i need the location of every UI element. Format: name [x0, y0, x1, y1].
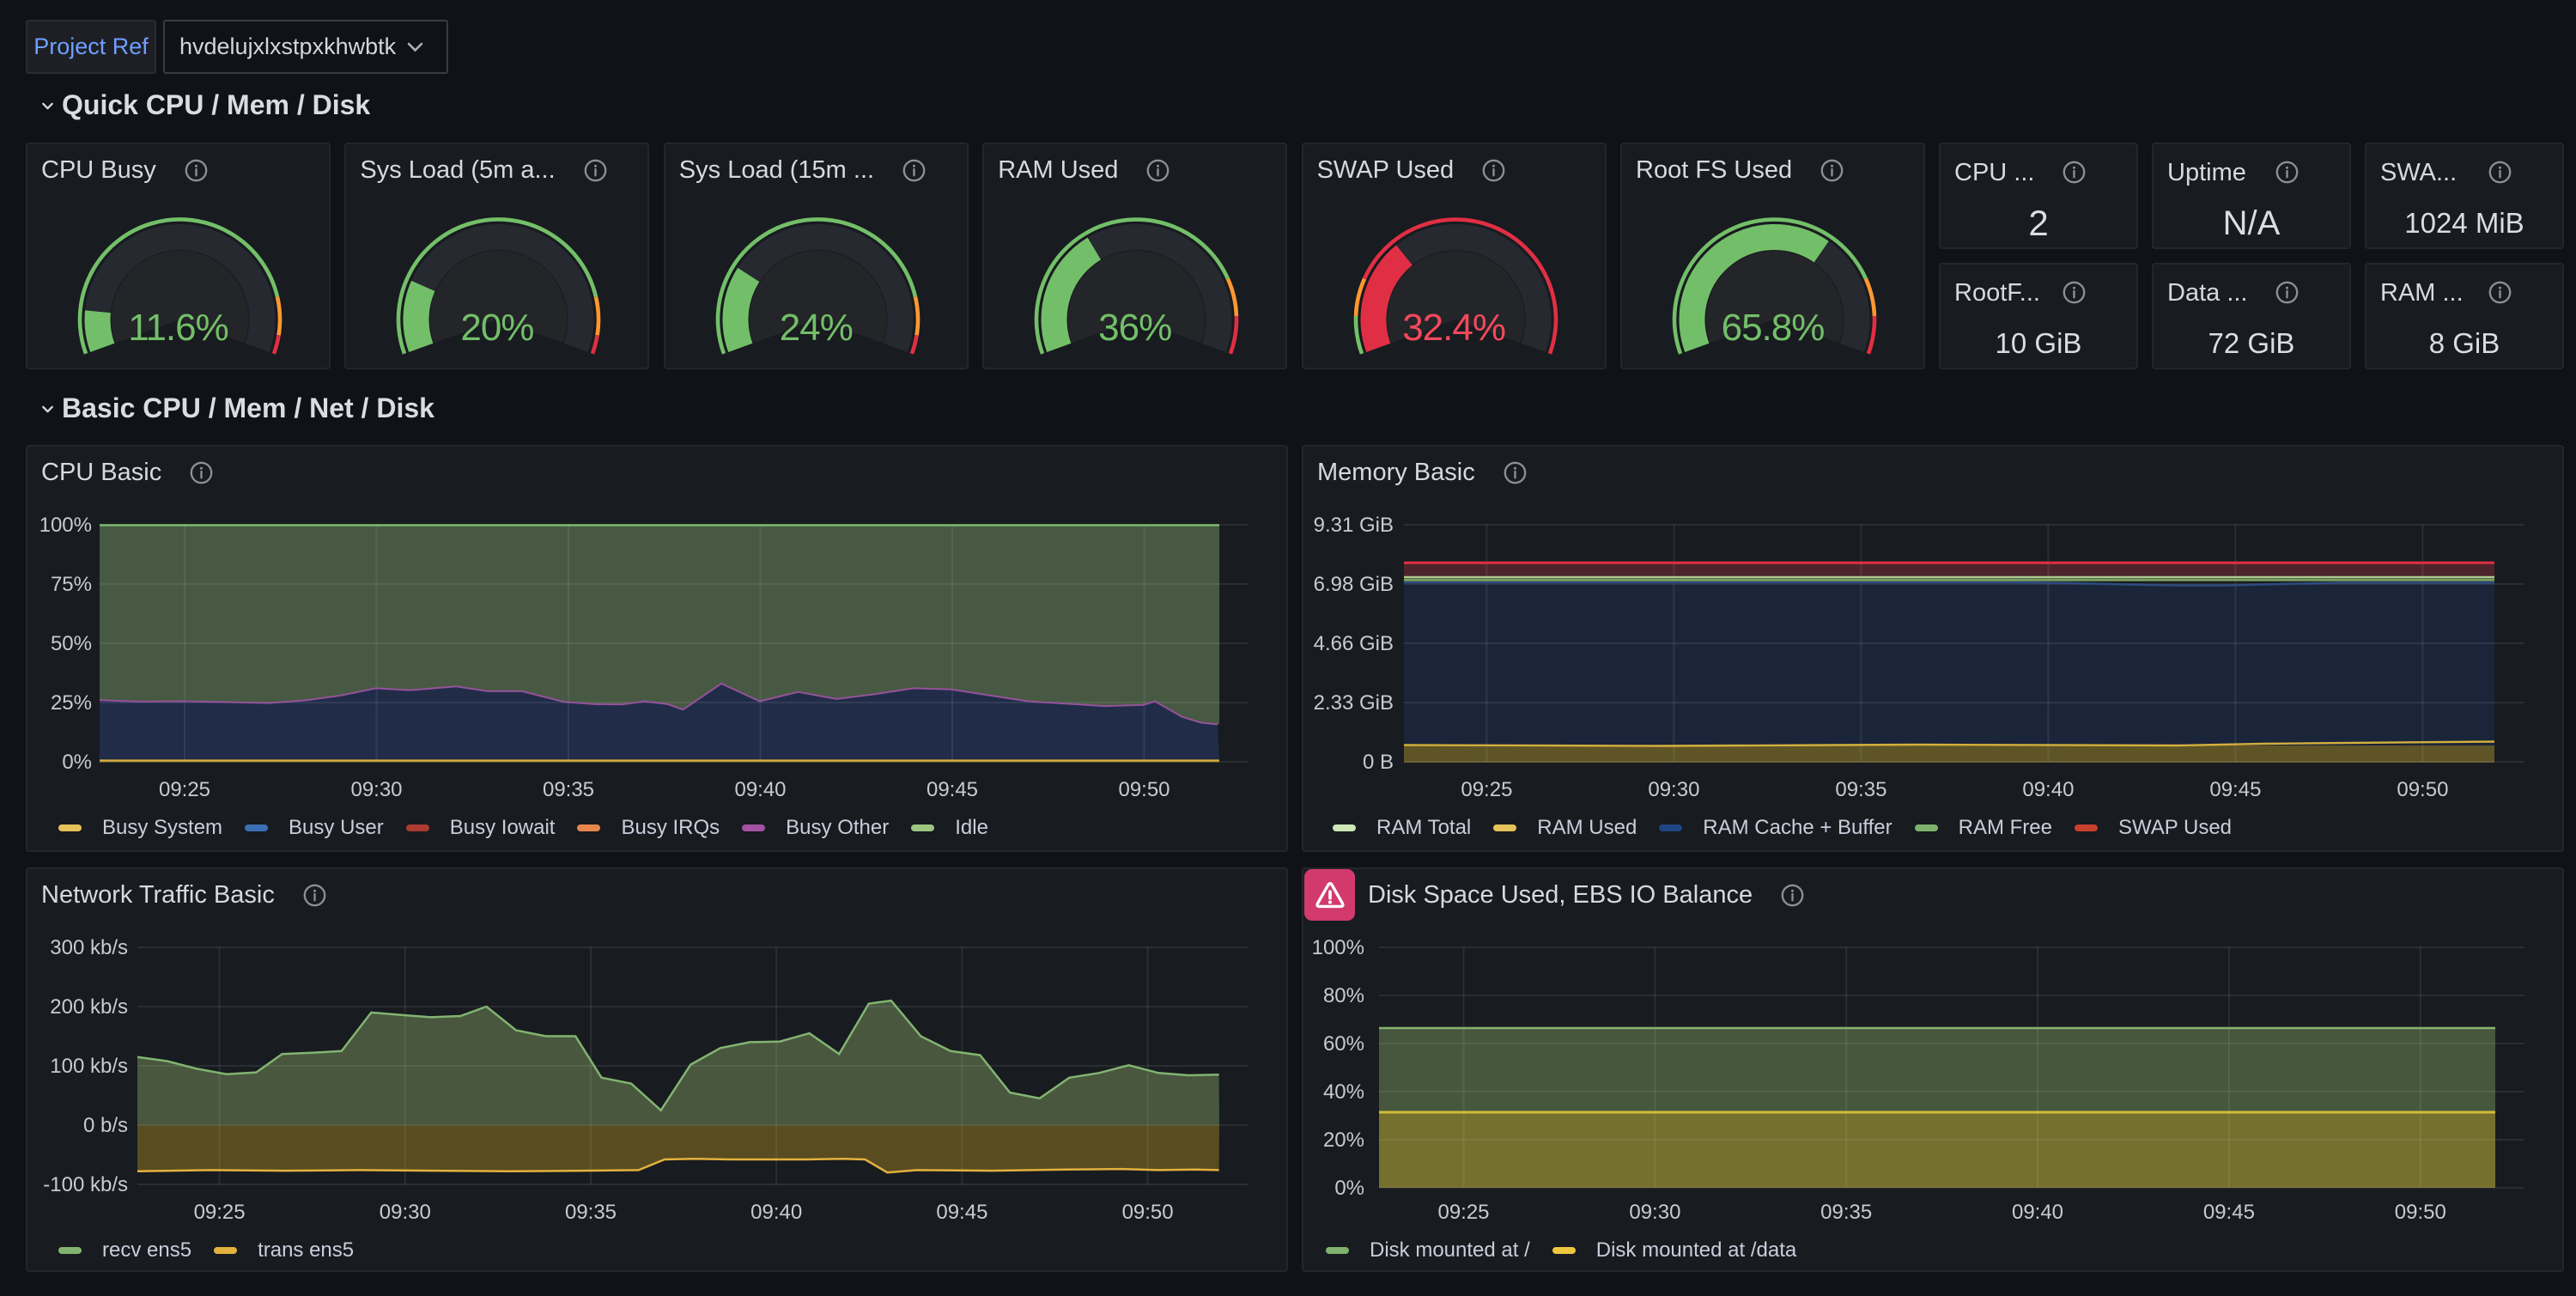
svg-text:0 b/s: 0 b/s [83, 1114, 128, 1137]
svg-text:09:35: 09:35 [543, 778, 594, 801]
svg-text:09:25: 09:25 [1437, 1201, 1489, 1224]
svg-text:09:45: 09:45 [2203, 1201, 2255, 1224]
svg-text:09:45: 09:45 [2209, 778, 2261, 801]
svg-text:09:25: 09:25 [194, 1201, 246, 1224]
svg-text:09:35: 09:35 [1835, 778, 1886, 801]
svg-text:100%: 100% [39, 514, 92, 537]
svg-text:09:30: 09:30 [1629, 1201, 1680, 1224]
svg-text:09:35: 09:35 [565, 1201, 617, 1224]
svg-text:25%: 25% [51, 691, 92, 715]
svg-text:09:25: 09:25 [1461, 778, 1512, 801]
svg-text:2.33 GiB: 2.33 GiB [1314, 691, 1394, 715]
svg-text:75%: 75% [51, 573, 92, 596]
svg-text:0%: 0% [62, 751, 92, 774]
svg-text:09:50: 09:50 [2397, 778, 2448, 801]
svg-text:9.31 GiB: 9.31 GiB [1314, 514, 1394, 537]
svg-text:09:45: 09:45 [936, 1201, 987, 1224]
svg-text:6.98 GiB: 6.98 GiB [1314, 573, 1394, 596]
svg-text:09:25: 09:25 [159, 778, 210, 801]
svg-text:09:50: 09:50 [2395, 1201, 2446, 1224]
svg-text:09:35: 09:35 [1820, 1201, 1872, 1224]
svg-text:300 kb/s: 300 kb/s [50, 936, 128, 959]
svg-text:-100 kb/s: -100 kb/s [43, 1173, 128, 1196]
svg-text:09:40: 09:40 [750, 1201, 802, 1224]
svg-text:20%: 20% [1323, 1129, 1364, 1152]
svg-text:09:40: 09:40 [734, 778, 786, 801]
svg-text:40%: 40% [1323, 1080, 1364, 1104]
svg-text:09:30: 09:30 [380, 1201, 431, 1224]
svg-text:09:40: 09:40 [2012, 1201, 2063, 1224]
svg-text:200 kb/s: 200 kb/s [50, 995, 128, 1019]
svg-text:09:30: 09:30 [350, 778, 402, 801]
svg-text:0 B: 0 B [1363, 751, 1394, 774]
svg-text:09:45: 09:45 [927, 778, 978, 801]
svg-text:100 kb/s: 100 kb/s [50, 1055, 128, 1078]
svg-text:50%: 50% [51, 632, 92, 655]
svg-text:09:40: 09:40 [2022, 778, 2074, 801]
svg-text:0%: 0% [1334, 1177, 1364, 1200]
svg-text:100%: 100% [1312, 936, 1364, 959]
svg-text:80%: 80% [1323, 984, 1364, 1007]
svg-text:09:50: 09:50 [1118, 778, 1170, 801]
svg-text:09:50: 09:50 [1122, 1201, 1174, 1224]
svg-text:60%: 60% [1323, 1032, 1364, 1056]
svg-text:09:30: 09:30 [1648, 778, 1699, 801]
svg-text:4.66 GiB: 4.66 GiB [1314, 632, 1394, 655]
